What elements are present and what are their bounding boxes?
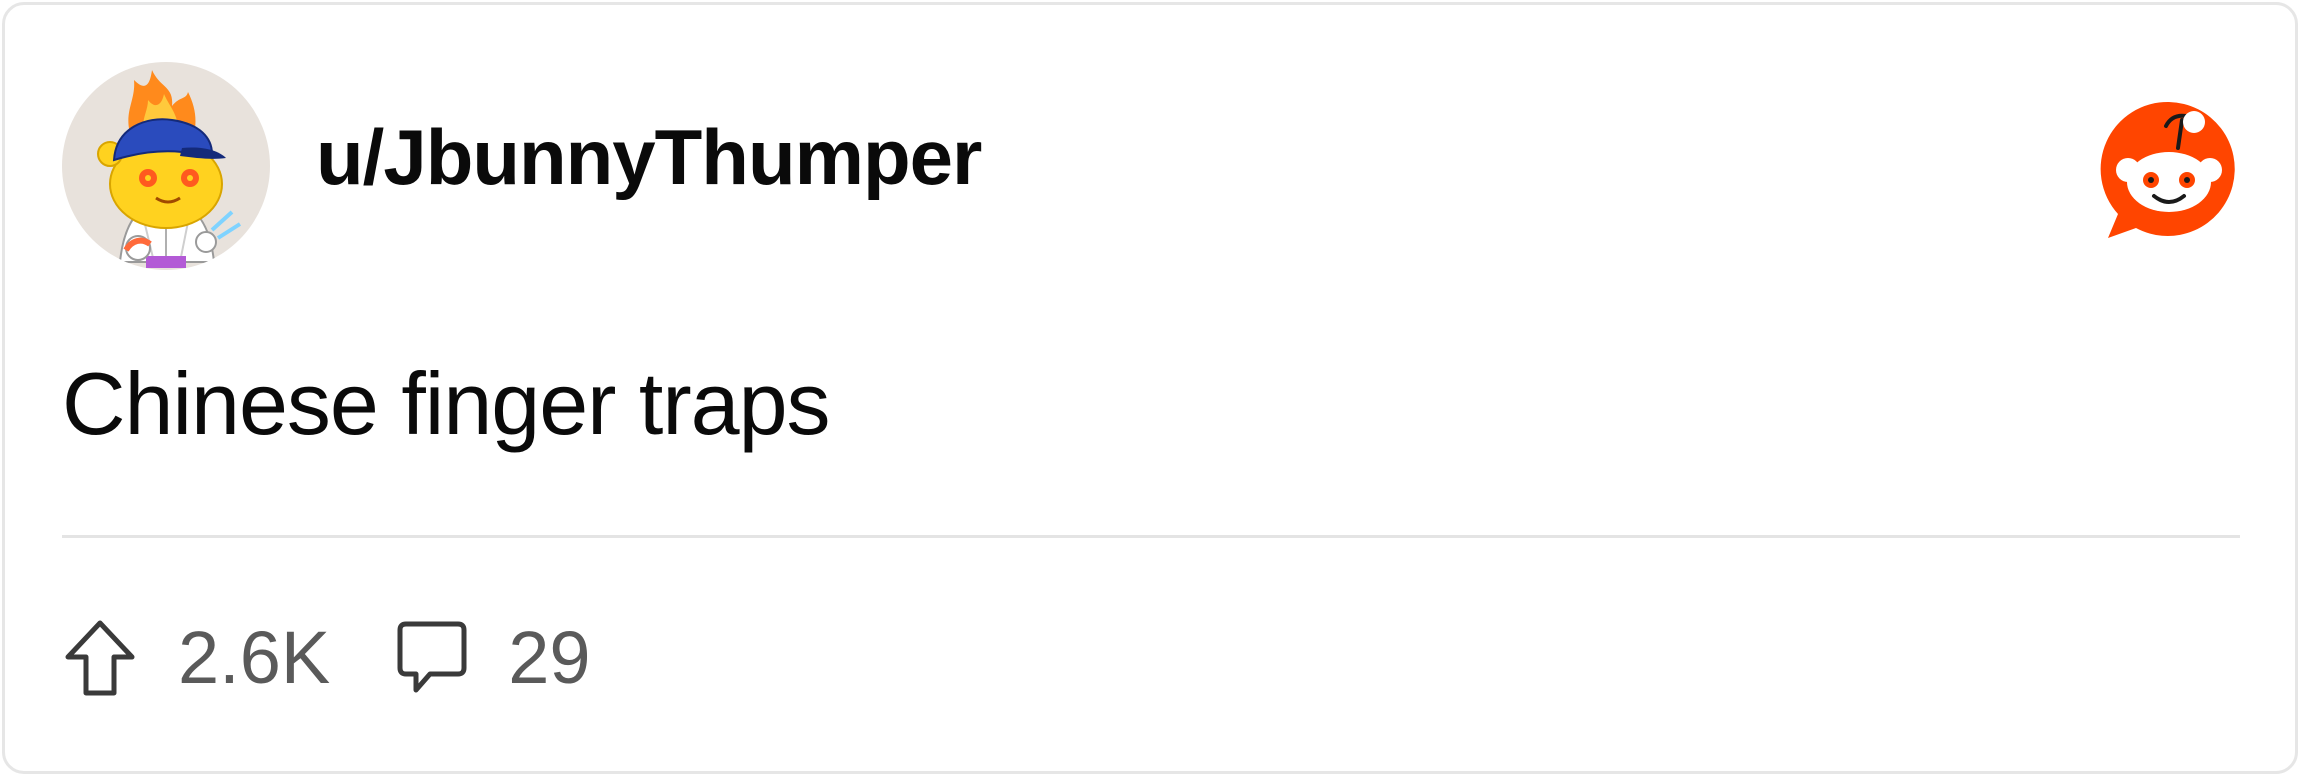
post-stats: 2.6K 29 [62, 615, 591, 701]
reddit-logo-icon[interactable] [2096, 96, 2242, 242]
user-avatar[interactable] [62, 62, 270, 270]
upvote-arrow-icon[interactable] [62, 617, 138, 699]
snoo-avatar-icon [97, 70, 242, 268]
upvote-count: 2.6K [178, 616, 331, 699]
divider [62, 535, 2240, 538]
comments-button[interactable]: 29 [394, 616, 591, 699]
comment-bubble-icon [397, 621, 467, 693]
comment-count: 29 [508, 616, 591, 699]
username[interactable]: u/JbunnyThumper [316, 118, 982, 196]
post-title[interactable]: Chinese finger traps [62, 360, 831, 448]
